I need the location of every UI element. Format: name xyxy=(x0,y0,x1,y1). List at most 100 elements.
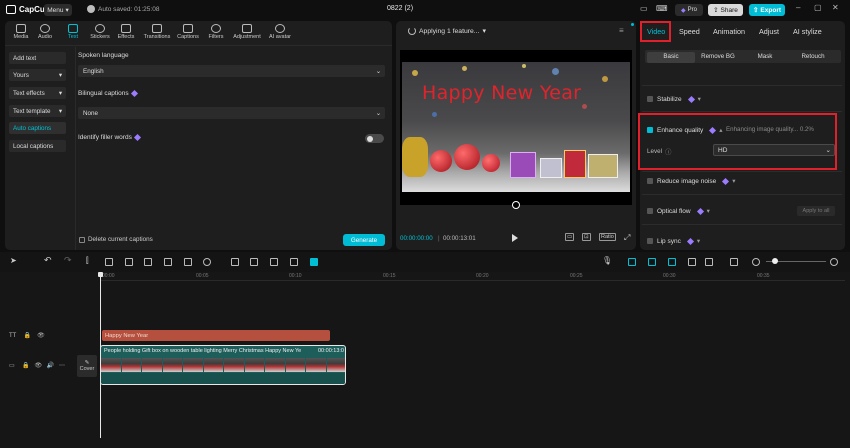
crop-icon[interactable]: ⊡ xyxy=(582,233,591,241)
filler-words-toggle[interactable] xyxy=(365,134,384,143)
subtab-mask[interactable]: Mask xyxy=(741,53,789,60)
text-clip[interactable]: Happy New Year xyxy=(102,330,330,341)
level-select[interactable]: HD ⌄ xyxy=(713,144,835,156)
subtab-remove-bg[interactable]: Remove BG xyxy=(694,53,742,60)
project-title[interactable]: 0822 (2) xyxy=(380,5,420,12)
redo-icon[interactable]: ↷ xyxy=(64,255,72,265)
zoom-out-icon[interactable] xyxy=(752,258,760,266)
enhance-quality-row[interactable]: Enhance quality ▴ xyxy=(647,126,723,134)
fullscreen-quality-icon[interactable]: ▭ xyxy=(565,233,575,241)
speed-icon[interactable] xyxy=(203,258,211,266)
link-main-track-icon[interactable] xyxy=(628,258,636,266)
pro-button-label: Pro xyxy=(687,7,697,13)
select-cursor-icon[interactable]: ➤ xyxy=(10,256,18,265)
marker-icon[interactable] xyxy=(164,258,172,266)
linkage-icon[interactable] xyxy=(668,258,676,266)
tab-audio[interactable]: Audio xyxy=(32,24,58,40)
lip-sync-row[interactable]: Lip sync ▾ xyxy=(647,237,700,245)
tab-media[interactable]: Media xyxy=(8,24,34,40)
audio-icon[interactable]: 🔊 xyxy=(47,363,54,369)
optical-flow-checkbox[interactable] xyxy=(647,208,653,214)
tab-captions[interactable]: Captions xyxy=(173,24,203,40)
cover-button[interactable]: ✎ Cover xyxy=(77,355,97,377)
playhead[interactable] xyxy=(100,272,101,438)
microphone-icon[interactable]: 🎙 xyxy=(602,256,612,265)
tab-ai-stylize[interactable]: AI stylize xyxy=(793,27,822,36)
fit-icon[interactable] xyxy=(290,258,298,266)
eye-icon[interactable]: 👁 xyxy=(35,363,43,369)
sidebar-item-local-captions[interactable]: Local captions xyxy=(9,140,66,152)
rotate-handle-icon[interactable] xyxy=(512,201,520,209)
tab-adjust[interactable]: Adjust xyxy=(759,27,779,36)
tab-effects[interactable]: Effects xyxy=(113,24,139,40)
more-icon[interactable]: ⋯ xyxy=(59,363,65,369)
split-left-icon[interactable] xyxy=(105,258,113,266)
optical-flow-row[interactable]: Optical flow ▾ xyxy=(647,207,710,215)
rotate-icon[interactable] xyxy=(270,258,278,266)
tab-stickers[interactable]: Stickers xyxy=(87,24,113,40)
maximize-icon[interactable]: ▢ xyxy=(814,3,822,12)
keyboard-icon[interactable]: ⌨ xyxy=(656,4,668,16)
video-clip[interactable]: People holding Gift box on wooden table … xyxy=(100,345,346,385)
bilingual-captions-select[interactable]: None ⌄ xyxy=(78,107,385,119)
minimize-icon[interactable]: – xyxy=(796,3,800,12)
sidebar-item-text-effects[interactable]: Text effects ▾ xyxy=(9,87,66,99)
eye-icon[interactable]: 👁 xyxy=(37,333,45,339)
zoom-in-icon[interactable] xyxy=(830,258,838,266)
apply-to-all-button[interactable]: Apply to all xyxy=(797,206,835,216)
tab-text[interactable]: Text xyxy=(60,24,86,40)
mirror-icon[interactable] xyxy=(250,258,258,266)
subtab-retouch[interactable]: Retouch xyxy=(789,53,837,60)
ratio-button[interactable]: Ratio xyxy=(599,233,616,241)
sidebar-item-text-template[interactable]: Text template ▾ xyxy=(9,105,66,117)
delete-captions-checkbox[interactable] xyxy=(79,236,85,243)
ai-feature-icon[interactable] xyxy=(310,258,318,266)
undo-icon[interactable]: ↶ xyxy=(44,255,52,265)
tab-speed[interactable]: Speed xyxy=(679,27,700,36)
delete-icon[interactable] xyxy=(144,258,152,266)
enhance-quality-checkbox[interactable] xyxy=(647,127,653,133)
split-icon[interactable]: ⫿ xyxy=(86,256,94,265)
fullscreen-icon[interactable]: ⤢ xyxy=(624,233,630,243)
delete-captions-option[interactable]: Delete current captions xyxy=(79,236,153,243)
stabilize-checkbox[interactable] xyxy=(647,96,653,102)
sidebar-item-yours[interactable]: Yours ▾ xyxy=(9,69,66,81)
subtab-basic[interactable]: Basic xyxy=(647,52,695,63)
caption-overlay-icon[interactable] xyxy=(730,258,738,266)
playhead-handle[interactable] xyxy=(98,272,103,277)
sidebar-item-auto-captions[interactable]: Auto captions xyxy=(9,122,66,134)
applying-status[interactable]: Applying 1 feature... ▾ xyxy=(408,27,486,35)
sidebar-item-add-text[interactable]: Add text xyxy=(9,52,66,64)
split-view-icon[interactable] xyxy=(705,258,713,266)
zoom-slider-thumb[interactable] xyxy=(772,258,778,264)
layout-icon[interactable]: ▭ xyxy=(640,4,648,16)
pro-button[interactable]: ◆ Pro xyxy=(675,4,703,16)
lock-icon[interactable]: 🔒 xyxy=(22,363,29,369)
share-icon: ⇪ xyxy=(713,7,719,14)
tab-animation[interactable]: Animation xyxy=(713,27,745,36)
close-icon[interactable]: ✕ xyxy=(832,3,839,12)
lip-sync-checkbox[interactable] xyxy=(647,238,653,244)
split-right-icon[interactable] xyxy=(125,258,133,266)
export-button[interactable]: ⇧ Export xyxy=(749,4,785,16)
crop-icon[interactable] xyxy=(184,258,192,266)
reduce-noise-checkbox[interactable] xyxy=(647,178,653,184)
tab-ai-avatar[interactable]: AI avatar xyxy=(265,24,295,40)
menu-button[interactable]: Menu ▾ xyxy=(44,4,72,16)
reduce-noise-row[interactable]: Reduce image noise ▾ xyxy=(647,177,736,185)
play-button[interactable] xyxy=(512,234,518,242)
lock-icon[interactable]: 🔒 xyxy=(24,333,31,339)
magnet-icon[interactable] xyxy=(648,258,656,266)
tab-adjustment[interactable]: Adjustment xyxy=(229,24,265,40)
stabilize-row[interactable]: Stabilize ▾ xyxy=(647,95,701,103)
tab-video[interactable]: Video xyxy=(647,27,665,36)
freeze-icon[interactable] xyxy=(231,258,239,266)
preview-menu-icon[interactable]: ≡ xyxy=(619,26,624,35)
effects-icon xyxy=(121,24,131,33)
tab-transitions[interactable]: Transitions xyxy=(141,24,173,40)
spoken-language-select[interactable]: English ⌄ xyxy=(78,65,385,77)
generate-button[interactable]: Generate xyxy=(343,234,385,246)
tab-filters[interactable]: Filters xyxy=(203,24,229,40)
share-button[interactable]: ⇪ Share xyxy=(708,4,743,16)
preview-axis-icon[interactable] xyxy=(688,258,696,266)
